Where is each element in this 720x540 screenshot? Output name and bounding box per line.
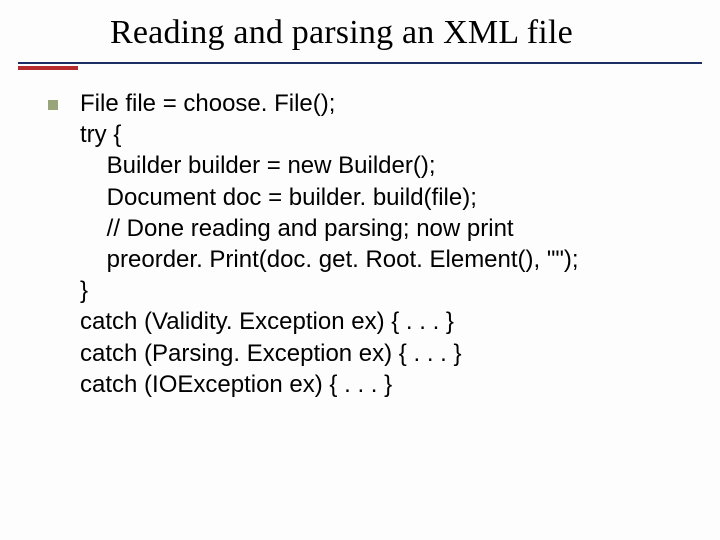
slide-title: Reading and parsing an XML file (110, 14, 720, 52)
slide-body: File file = choose. File(); try { Builde… (48, 88, 690, 400)
code-line: try { (80, 121, 121, 148)
title-rule (18, 62, 702, 64)
code-line: catch (IOException ex) { . . . } (80, 371, 392, 398)
slide: Reading and parsing an XML file File fil… (0, 0, 720, 540)
code-block: File file = choose. File(); try { Builde… (80, 88, 579, 400)
code-line: catch (Validity. Exception ex) { . . . } (80, 308, 454, 335)
code-line: // Done reading and parsing; now print (80, 215, 514, 242)
code-line: File file = choose. File(); (80, 90, 335, 117)
code-line: preorder. Print(doc. get. Root. Element(… (80, 246, 579, 273)
code-line: Document doc = builder. build(file); (80, 184, 477, 211)
title-wrap: Reading and parsing an XML file (0, 14, 720, 52)
code-line: } (80, 277, 88, 304)
code-line: Builder builder = new Builder(); (80, 152, 436, 179)
title-rule-accent (18, 66, 78, 70)
code-line: catch (Parsing. Exception ex) { . . . } (80, 340, 462, 367)
bullet-row: File file = choose. File(); try { Builde… (48, 88, 690, 400)
square-bullet-icon (48, 100, 58, 110)
